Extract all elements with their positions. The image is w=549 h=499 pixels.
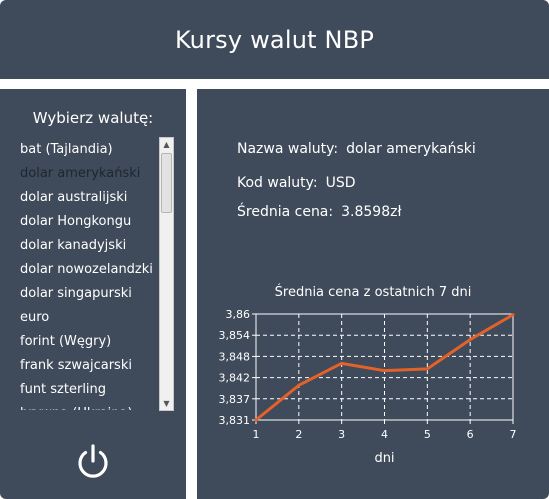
data-point — [425, 367, 429, 371]
x-tick-label: 2 — [295, 428, 302, 441]
app-title: Kursy walut NBP — [174, 25, 375, 54]
power-icon — [78, 444, 108, 478]
data-point — [254, 418, 258, 422]
currency-list-item[interactable]: forint (Węgry) — [18, 330, 160, 354]
scroll-thumb[interactable] — [161, 153, 172, 213]
x-tick-label: 1 — [253, 428, 260, 441]
currency-list-item[interactable]: bat (Tajlandia) — [18, 138, 160, 162]
currency-list-item[interactable]: dolar nowozelandzki — [18, 258, 160, 282]
currency-list-item[interactable]: dolar australijski — [18, 186, 160, 210]
data-point — [383, 369, 386, 373]
currency-details-panel: Nazwa waluty: dolar amerykański Kod walut… — [197, 89, 549, 499]
data-point — [297, 383, 301, 387]
currency-list-label: Wybierz walutę: — [32, 109, 154, 127]
currency-list-item[interactable]: dolar singapurski — [18, 282, 160, 306]
app-header: Kursy walut NBP — [0, 0, 549, 79]
currency-list-item[interactable]: funt szterling — [18, 378, 160, 402]
x-axis-label: dni — [374, 451, 394, 466]
y-tick-label: 3,831 — [219, 414, 251, 427]
y-tick-label: 3,842 — [219, 372, 251, 385]
scroll-up-arrow-icon[interactable]: ▲ — [160, 138, 173, 151]
data-point — [511, 313, 515, 317]
y-tick-label: 3,848 — [219, 350, 251, 363]
data-point — [468, 338, 472, 342]
currency-selector-panel: Wybierz walutę: bat (Tajlandia) dolar am… — [0, 89, 186, 499]
currency-list-item[interactable]: euro — [18, 306, 160, 330]
currency-list-item[interactable]: dolar kanadyjski — [18, 234, 160, 258]
x-tick-label: 3 — [338, 428, 345, 441]
currency-list-item[interactable]: hrywna (Ukraina) — [18, 402, 160, 410]
scroll-down-arrow-icon[interactable]: ▼ — [160, 397, 173, 410]
currency-list-item[interactable]: dolar Hongkongu — [18, 210, 160, 234]
x-tick-label: 4 — [381, 428, 388, 441]
currency-list-item[interactable]: frank szwajcarski — [18, 354, 160, 378]
y-tick-label: 3,854 — [219, 329, 251, 342]
price-line-chart: 3,86 3,854 3,848 3,842 3,837 3,8311 2 3 4 5 6 7 dni — [219, 308, 517, 466]
x-tick-label: 7 — [510, 428, 517, 441]
y-tick-label: 3,86 — [226, 308, 251, 321]
currency-list-scrollbar[interactable]: ▲ ▼ — [159, 137, 174, 411]
currency-list[interactable]: bat (Tajlandia) dolar amerykański dolar … — [18, 138, 160, 410]
x-tick-label: 6 — [467, 428, 474, 441]
x-tick-label: 5 — [424, 428, 431, 441]
power-button[interactable] — [73, 442, 113, 482]
currency-list-item-selected[interactable]: dolar amerykański — [18, 162, 160, 186]
y-tick-label: 3,837 — [219, 393, 251, 406]
data-point — [340, 361, 344, 365]
